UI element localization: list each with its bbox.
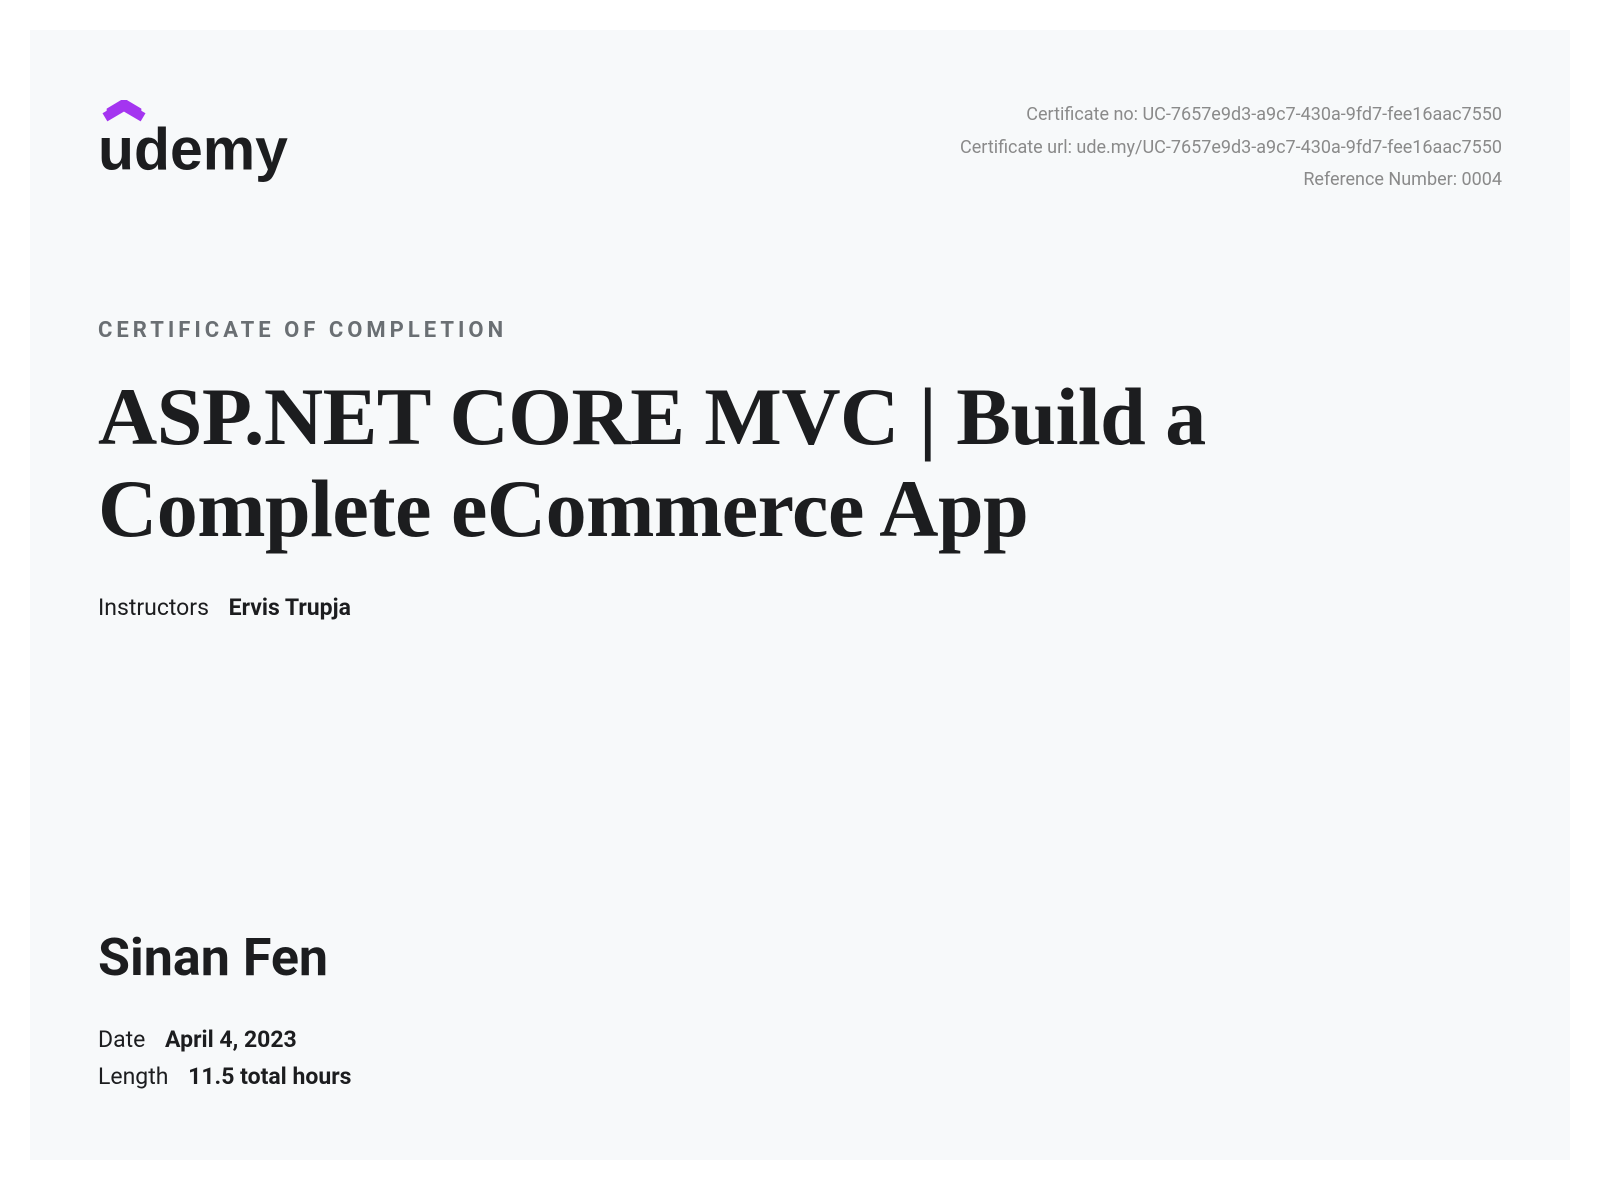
length-value: 11.5 total hours <box>188 1063 351 1090</box>
certificate-container: udemy Certificate no: UC-7657e9d3-a9c7-4… <box>30 30 1570 1160</box>
length-label: Length <box>98 1063 168 1090</box>
certificate-meta: Certificate no: UC-7657e9d3-a9c7-430a-9f… <box>960 100 1502 198</box>
length-row: Length 11.5 total hours <box>98 1063 1502 1090</box>
date-label: Date <box>98 1026 145 1053</box>
certificate-number: Certificate no: UC-7657e9d3-a9c7-430a-9f… <box>960 100 1502 131</box>
certificate-url: Certificate url: ude.my/UC-7657e9d3-a9c7… <box>960 133 1502 164</box>
date-value: April 4, 2023 <box>165 1026 297 1053</box>
udemy-logo: udemy <box>98 100 358 195</box>
svg-text:udemy: udemy <box>98 117 288 182</box>
certificate-header: udemy Certificate no: UC-7657e9d3-a9c7-4… <box>98 100 1502 198</box>
instructors-row: Instructors Ervis Trupja <box>98 594 1502 621</box>
instructors-name: Ervis Trupja <box>229 594 351 621</box>
spacer <box>98 661 1502 927</box>
date-row: Date April 4, 2023 <box>98 1026 1502 1053</box>
recipient-name: Sinan Fen <box>98 927 1502 988</box>
section-title: CERTIFICATE OF COMPLETION <box>98 318 1502 343</box>
reference-number: Reference Number: 0004 <box>960 165 1502 196</box>
instructors-label: Instructors <box>98 594 209 621</box>
course-title: ASP.NET CORE MVC | Build a Complete eCom… <box>98 371 1502 555</box>
